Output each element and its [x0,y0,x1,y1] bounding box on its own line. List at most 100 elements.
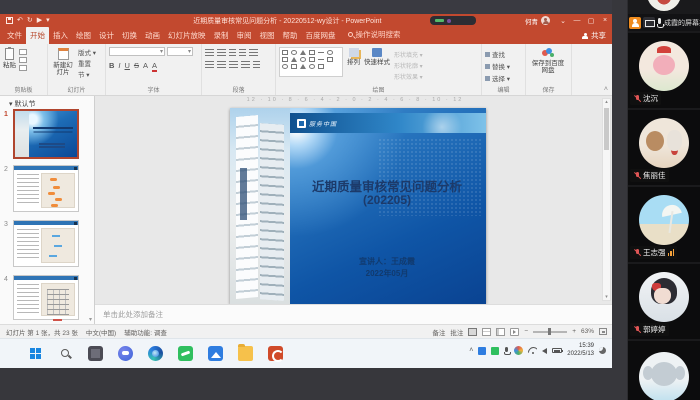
collapse-ribbon-icon[interactable]: ˄ [604,86,608,93]
reset-button[interactable]: 重置 [78,58,96,68]
share-button[interactable]: 共享 [582,30,606,41]
screen-share-status-row[interactable]: 成霞的屏幕共享 [628,14,700,31]
slideshow-icon[interactable]: ▶ [37,17,42,24]
task-view-icon[interactable] [88,346,103,361]
align-center-button[interactable] [217,61,226,68]
participant-tile[interactable]: 郭婷婷 [628,264,700,339]
slideshow-view-button[interactable] [510,328,519,336]
thumbnail-slide-2[interactable]: 2 [0,163,95,216]
paste-button[interactable]: 粘贴 [3,47,16,86]
thumbnails-scroll-down-icon[interactable]: ▾ [89,316,92,323]
meeting-overlay-pill[interactable] [430,16,476,25]
zoom-in-icon[interactable]: + [572,328,576,335]
slide-counter[interactable]: 幻灯片 第 1 张，共 23 张 [6,327,78,337]
tab-design[interactable]: 设计 [95,27,118,44]
font-name-select[interactable]: ▾ [109,47,165,56]
start-button-icon[interactable] [28,346,43,361]
font-size-select[interactable]: ▾ [167,47,193,56]
ribbon-display-options-button[interactable]: ⌄ [556,17,570,25]
slide-sorter-view-button[interactable] [482,328,491,336]
participant-tile[interactable]: 沈沉 [628,33,700,108]
restore-button[interactable]: ▢ [584,17,598,25]
bold-button[interactable]: B [109,61,114,70]
quick-styles-button[interactable]: 快速样式 [364,47,390,86]
tab-review[interactable]: 审阅 [233,27,256,44]
wifi-icon[interactable] [528,347,537,354]
normal-view-button[interactable] [468,328,477,336]
participant-tile[interactable]: 焦丽佳 [628,110,700,185]
undo-icon[interactable]: ↶ [17,17,23,24]
minimize-button[interactable]: — [570,17,584,24]
tab-transitions[interactable]: 切换 [118,27,141,44]
language-indicator[interactable]: 中文(中国) [86,327,116,337]
format-painter-button[interactable] [19,65,27,71]
thumbnail-slide-3[interactable]: 3 [0,218,95,271]
participant-tile[interactable] [628,341,700,400]
tab-file[interactable]: 文件 [3,27,26,44]
blue-app-icon[interactable] [208,346,223,361]
account-avatar[interactable] [541,16,550,25]
close-button[interactable]: × [598,17,612,24]
volume-icon[interactable] [542,348,547,354]
do-not-disturb-icon[interactable] [599,347,606,354]
slide-editor[interactable]: 服务中国 近期质量审核常见问题分析 (202205) 宣讲人：王成霞 2022年… [230,108,486,304]
shapes-gallery[interactable] [279,47,343,77]
thumbnail-slide-4[interactable]: 4 [0,273,95,326]
find-button[interactable]: 查找 [485,49,522,59]
tab-view[interactable]: 视图 [256,27,279,44]
shape-fill-button[interactable]: 形状填充 ▾ [394,50,423,59]
tray-microphone-icon[interactable] [504,347,509,355]
new-slide-button[interactable]: 新建幻灯片 [51,47,75,86]
font-color-button[interactable]: A [152,61,157,72]
shape-outline-button[interactable]: 形状轮廓 ▾ [394,61,423,70]
decrease-indent-button[interactable] [229,49,236,56]
numbering-button[interactable] [217,49,226,56]
accessibility-checker[interactable]: 辅助功能: 调查 [124,327,167,337]
line-spacing-button[interactable] [249,49,258,56]
align-left-button[interactable] [205,61,214,68]
layout-button[interactable]: 版式 ▾ [78,47,96,57]
redo-icon[interactable]: ↻ [27,17,33,24]
battery-icon[interactable] [552,348,562,353]
comments-toggle[interactable]: 批注 [450,327,463,337]
tab-slideshow[interactable]: 幻灯片放映 [164,27,210,44]
strikethrough-button[interactable]: S [134,61,139,70]
zoom-slider-thumb[interactable] [548,328,551,335]
italic-button[interactable]: I [118,61,120,70]
notes-toggle[interactable]: 备注 [432,327,445,337]
participant-tile[interactable]: 王志强 [628,187,700,262]
character-spacing-button[interactable]: A [143,61,148,70]
increase-indent-button[interactable] [239,49,246,56]
reading-view-button[interactable] [496,328,505,336]
align-right-button[interactable] [229,61,238,68]
section-button[interactable]: 节 ▾ [78,69,96,79]
thumbnail-slide-1[interactable]: 1 [0,108,95,163]
save-to-baidu-button[interactable]: 保存到百度网盘 [529,47,567,75]
tab-home[interactable]: 开始 [26,27,49,44]
bullets-button[interactable] [205,49,214,56]
file-explorer-icon[interactable] [238,346,253,361]
arrange-button[interactable]: 排列 [347,47,360,86]
vertical-scrollbar[interactable]: ▴▾ [602,98,611,301]
select-button[interactable]: 选择 ▾ [485,73,522,83]
tray-overflow-icon[interactable]: ˄ [469,347,473,354]
tab-insert[interactable]: 插入 [49,27,72,44]
justify-button[interactable] [241,61,250,68]
tray-blue-app-icon[interactable] [478,347,486,355]
underline-button[interactable]: U [125,61,130,70]
tab-record[interactable]: 录制 [210,27,233,44]
fit-to-window-icon[interactable] [599,328,607,335]
account-name[interactable]: 何青 [525,16,538,26]
powerpoint-taskbar-icon[interactable] [268,346,283,361]
cut-button[interactable] [19,49,27,55]
tell-me-search[interactable]: 操作说明搜索 [340,29,401,44]
edge-browser-icon[interactable] [148,346,163,361]
zoom-slider[interactable] [533,331,567,333]
green-app-icon[interactable] [178,346,193,361]
scrollbar-thumb[interactable] [604,108,609,150]
zoom-out-icon[interactable]: − [524,328,528,335]
tab-draw[interactable]: 绘图 [72,27,95,44]
tab-help[interactable]: 帮助 [279,27,302,44]
tab-animations[interactable]: 动画 [141,27,164,44]
save-icon[interactable] [6,17,13,24]
